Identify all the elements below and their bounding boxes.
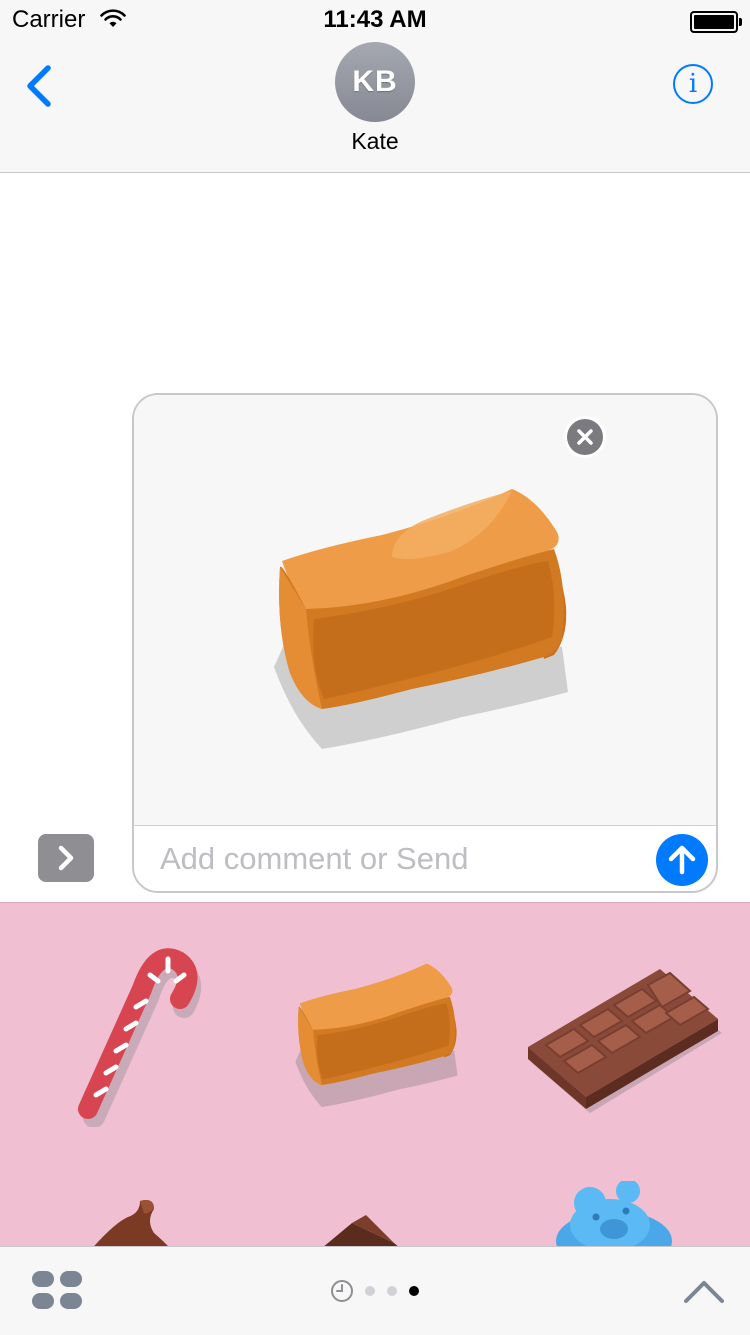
clock-icon [331,1280,353,1302]
back-button[interactable] [22,64,54,113]
contact-name[interactable]: Kate [0,128,750,155]
expand-input-button[interactable] [38,834,94,882]
status-bar: Carrier 11:43 AM [0,0,750,40]
recents-button[interactable] [330,1279,354,1308]
staged-sticker-area [134,395,716,826]
chevron-up-icon [684,1281,724,1303]
gummy-bear-sticker[interactable] [544,1181,674,1247]
chocolate-chunk-sticker[interactable] [314,1213,414,1247]
app-drawer-button[interactable] [30,1269,84,1318]
arrow-up-icon [668,845,696,875]
close-icon [577,429,593,445]
chocolate-kiss-sticker[interactable] [84,1193,184,1247]
send-button[interactable] [656,834,708,886]
caramel-sticker[interactable] [282,957,472,1117]
app-drawer-icon [32,1271,82,1309]
compose-bubble: Add comment or Send [132,393,718,893]
chevron-right-icon [58,845,74,871]
page-indicator-dot[interactable] [365,1286,375,1296]
battery-icon [690,11,742,33]
page-indicator-dot-active[interactable] [409,1286,419,1296]
page-indicator-dot[interactable] [387,1286,397,1296]
chevron-left-icon [27,65,51,107]
comment-input[interactable]: Add comment or Send [160,841,468,877]
contact-avatar[interactable]: KB [335,42,415,122]
candy-cane-sticker[interactable] [76,937,206,1127]
remove-sticker-button[interactable] [567,419,603,455]
info-button[interactable]: i [673,64,713,104]
clock-time: 11:43 AM [323,6,427,33]
chocolate-bar-sticker[interactable] [522,965,722,1115]
expand-drawer-button[interactable] [682,1277,726,1310]
app-bottom-bar [0,1246,750,1335]
caramel-sticker[interactable] [262,477,582,767]
sticker-drawer [0,902,750,1247]
